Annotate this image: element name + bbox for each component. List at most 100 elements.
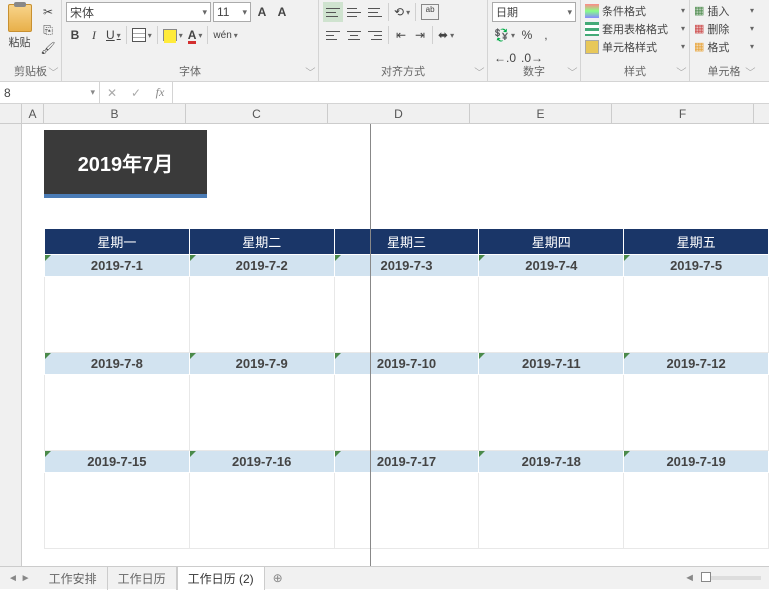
day-body-cell[interactable] (189, 277, 334, 353)
day-body-cell[interactable] (624, 375, 769, 451)
date-cell[interactable]: 2019-7-9 (189, 353, 334, 375)
day-body-cell[interactable] (45, 277, 190, 353)
row-headers[interactable] (0, 124, 22, 566)
align-bottom-button[interactable] (365, 2, 385, 22)
cut-button[interactable]: ✂ (39, 4, 57, 20)
sheet-tab-active[interactable]: 工作日历 (2) (177, 566, 265, 590)
cond-format-icon (585, 4, 599, 18)
new-sheet-button[interactable]: ⊕ (265, 571, 291, 585)
day-body-cell[interactable] (334, 473, 479, 549)
day-body-cell[interactable] (334, 375, 479, 451)
date-cell[interactable]: 2019-7-12 (624, 353, 769, 375)
align-center-button[interactable] (344, 25, 364, 45)
col-header[interactable]: B (44, 104, 186, 123)
col-header[interactable]: F (612, 104, 754, 123)
decrease-font-button[interactable]: A (273, 2, 291, 22)
copy-button[interactable]: ⎘ (39, 22, 57, 38)
day-body-cell[interactable] (45, 375, 190, 451)
day-body-cell[interactable] (624, 277, 769, 353)
border-button[interactable] (130, 25, 154, 45)
weekday-header[interactable]: 星期五 (624, 229, 769, 255)
format-cells-button[interactable]: ▦格式 (694, 38, 754, 55)
number-format-combo[interactable]: 日期 (492, 2, 576, 22)
format-as-table-button[interactable]: 套用表格格式 (585, 20, 685, 37)
cell-styles-button[interactable]: 单元格样式 (585, 38, 685, 55)
delete-cells-button[interactable]: ▦删除 (694, 20, 754, 37)
hscroll-thumb[interactable] (701, 572, 711, 582)
cancel-formula-button[interactable]: ✕ (100, 82, 124, 103)
comma-button[interactable]: , (537, 25, 555, 45)
day-body-cell[interactable] (479, 277, 624, 353)
accept-formula-button[interactable]: ✓ (124, 82, 148, 103)
phonetic-button[interactable]: wén (211, 25, 239, 45)
bold-button[interactable]: B (66, 25, 84, 45)
conditional-format-button[interactable]: 条件格式 (585, 2, 685, 19)
fx-button[interactable]: fx (148, 82, 172, 103)
format-painter-button[interactable]: 🖌 (39, 40, 57, 56)
day-body-cell[interactable] (45, 473, 190, 549)
tab-nav-buttons[interactable]: ◄ ► (0, 573, 39, 584)
weekday-header[interactable]: 星期三 (334, 229, 479, 255)
align-left-button[interactable] (323, 25, 343, 45)
wrap-text-button[interactable]: ab (419, 2, 441, 22)
indent-increase-button[interactable]: ⇥ (411, 25, 429, 45)
col-header[interactable]: D (328, 104, 470, 123)
date-cell[interactable]: 2019-7-8 (45, 353, 190, 375)
col-header[interactable]: C (186, 104, 328, 123)
name-box[interactable]: 8 (0, 82, 100, 103)
date-cell[interactable]: 2019-7-16 (189, 451, 334, 473)
sheet-canvas[interactable]: 2019年7月 星期一 星期二 星期三 星期四 星期五 2019-7-1 201… (22, 124, 769, 566)
underline-button[interactable]: U (104, 25, 123, 45)
orientation-button[interactable]: ⟲ (392, 2, 412, 22)
currency-button[interactable]: 💱 (492, 25, 517, 45)
fill-color-button[interactable] (161, 25, 185, 45)
date-cell[interactable]: 2019-7-10 (334, 353, 479, 375)
sheet-tab-bar: ◄ ► 工作安排 工作日历 工作日历 (2) ⊕ ◄ (0, 566, 769, 589)
date-cell[interactable]: 2019-7-11 (479, 353, 624, 375)
date-cell[interactable]: 2019-7-2 (189, 255, 334, 277)
align-middle-button[interactable] (344, 2, 364, 22)
date-cell[interactable]: 2019-7-4 (479, 255, 624, 277)
sheet-tab[interactable]: 工作日历 (108, 567, 177, 590)
date-cell[interactable]: 2019-7-1 (45, 255, 190, 277)
day-body-cell[interactable] (189, 375, 334, 451)
day-body-cell[interactable] (334, 277, 479, 353)
font-size-combo[interactable]: 11 (213, 2, 251, 22)
fill-icon (163, 29, 177, 41)
date-cell[interactable]: 2019-7-19 (624, 451, 769, 473)
increase-font-button[interactable]: A (253, 2, 271, 22)
font-color-button[interactable]: A (186, 25, 205, 45)
group-label-clipboard: 剪贴板 (0, 63, 61, 79)
border-icon (132, 28, 146, 42)
formula-bar: 8 ✕ ✓ fx (0, 82, 769, 104)
calendar-title[interactable]: 2019年7月 (44, 130, 207, 198)
italic-button[interactable]: I (85, 25, 103, 45)
weekday-header[interactable]: 星期二 (189, 229, 334, 255)
weekday-header[interactable]: 星期一 (45, 229, 190, 255)
weekday-header[interactable]: 星期四 (479, 229, 624, 255)
col-header[interactable]: E (470, 104, 612, 123)
scroll-left-icon[interactable]: ◄ (684, 572, 695, 584)
day-body-cell[interactable] (479, 375, 624, 451)
font-name-combo[interactable]: 宋体 (66, 2, 211, 22)
date-cell[interactable]: 2019-7-5 (624, 255, 769, 277)
date-cell[interactable]: 2019-7-3 (334, 255, 479, 277)
merge-button[interactable]: ⬌ (436, 25, 456, 45)
sheet-tab[interactable]: 工作安排 (39, 567, 108, 590)
freeze-pane-splitter[interactable] (370, 124, 371, 566)
align-right-button[interactable] (365, 25, 385, 45)
paste-label: 粘贴 (9, 34, 31, 50)
date-cell[interactable]: 2019-7-15 (45, 451, 190, 473)
insert-cells-button[interactable]: ▦插入 (694, 2, 754, 19)
select-all-corner[interactable] (0, 104, 22, 123)
date-cell[interactable]: 2019-7-17 (334, 451, 479, 473)
day-body-cell[interactable] (189, 473, 334, 549)
col-header[interactable]: A (22, 104, 44, 123)
day-body-cell[interactable] (479, 473, 624, 549)
day-body-cell[interactable] (624, 473, 769, 549)
date-cell[interactable]: 2019-7-18 (479, 451, 624, 473)
align-top-button[interactable] (323, 2, 343, 22)
indent-decrease-button[interactable]: ⇤ (392, 25, 410, 45)
group-cells: ▦插入 ▦删除 ▦格式 单元格 (690, 0, 758, 81)
percent-button[interactable]: % (518, 25, 536, 45)
